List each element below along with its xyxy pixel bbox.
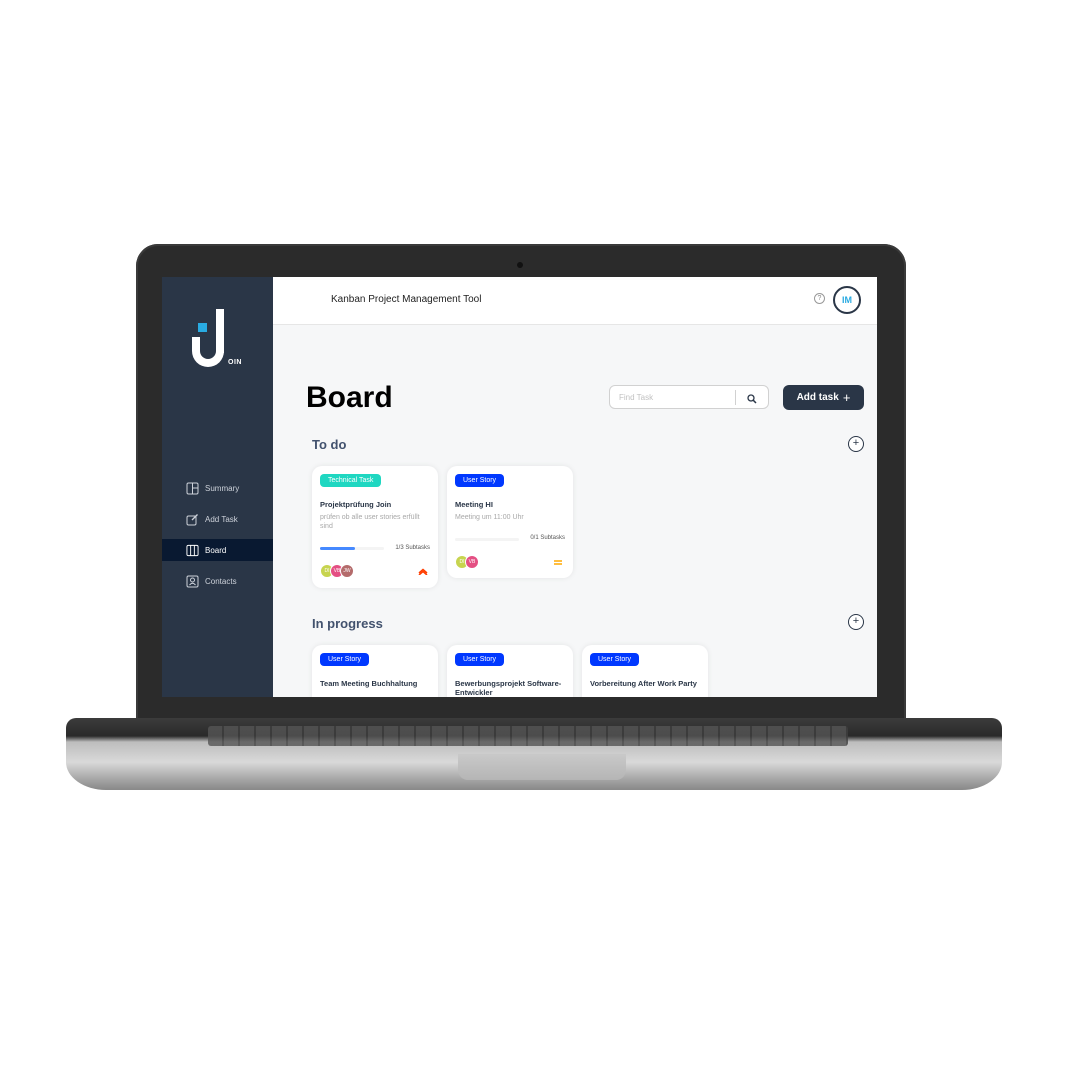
column-title-todo: To do [312, 437, 347, 452]
sidebar-item-label: Contacts [205, 576, 237, 586]
add-task-icon [186, 513, 199, 526]
sidebar-item-board[interactable]: Board [162, 539, 273, 561]
category-tag: User Story [455, 474, 505, 487]
task-title: Bewerbungsprojekt Software-Entwickler [455, 679, 562, 697]
task-title: Team Meeting Buchhaltung [320, 679, 418, 688]
add-to-in-progress-icon[interactable]: + [848, 614, 864, 630]
sidebar-item-summary[interactable]: Summary [162, 477, 273, 499]
logo-square [198, 323, 207, 332]
logo-j-hook [192, 337, 224, 367]
laptop-camera [517, 262, 523, 268]
board-icon [186, 544, 199, 557]
category-tag: User Story [320, 653, 370, 666]
product-mockup: OIN Summary Add Task Board Contacts Kanb… [0, 0, 1080, 1080]
join-logo[interactable]: OIN [190, 307, 250, 371]
task-title: Projektprüfung Join [320, 500, 392, 509]
app-screen: OIN Summary Add Task Board Contacts Kanb… [162, 277, 877, 697]
add-to-todo-icon[interactable]: + [848, 436, 864, 452]
logo-wordmark: OIN [228, 359, 242, 366]
search-input[interactable]: Find Task [609, 385, 769, 409]
sidebar-item-contacts[interactable]: Contacts [162, 570, 273, 592]
priority-high-icon [418, 567, 428, 576]
sidebar-item-label: Add Task [205, 514, 238, 524]
top-header: Kanban Project Management Tool ? IM [273, 277, 877, 325]
subtask-count: 1/3 Subtasks [395, 545, 430, 551]
contacts-icon [186, 575, 199, 588]
page-title: Board [306, 381, 393, 414]
task-title: Vorbereitung After Work Party [590, 679, 697, 688]
plus-icon: + [842, 390, 851, 405]
assignee-avatars: DI VB [455, 555, 479, 569]
search-placeholder: Find Task [619, 393, 654, 402]
add-task-label: Add task [796, 392, 839, 403]
category-tag: User Story [455, 653, 505, 666]
subtask-progress-bar [320, 547, 384, 550]
task-card[interactable]: User Story Bewerbungsprojekt Software-En… [447, 645, 573, 697]
progress-fill [320, 547, 355, 550]
laptop-trackpad-notch [458, 754, 626, 780]
subtask-progress-bar [455, 538, 519, 541]
priority-medium-icon [553, 558, 563, 566]
laptop-keyboard [208, 726, 848, 746]
sidebar-item-add-task[interactable]: Add Task [162, 508, 273, 530]
summary-icon [186, 482, 199, 495]
task-title: Meeting HI [455, 500, 493, 509]
assignee-avatars: DI VB JW [320, 564, 354, 578]
subtask-count: 0/1 Subtasks [530, 535, 565, 541]
search-divider [735, 390, 736, 405]
task-card[interactable]: User Story Team Meeting Buchhaltung [312, 645, 438, 697]
user-avatar[interactable]: IM [833, 286, 861, 314]
task-description: prüfen ob alle user stories erfüllt sind [320, 514, 420, 530]
sidebar-nav: Summary Add Task Board Contacts [162, 477, 273, 601]
category-tag: User Story [590, 653, 640, 666]
sidebar-item-label: Summary [205, 483, 240, 493]
column-title-in-progress: In progress [312, 616, 383, 631]
help-icon[interactable]: ? [814, 293, 825, 304]
category-tag: Technical Task [320, 474, 382, 487]
sidebar: OIN Summary Add Task Board Contacts [162, 277, 273, 697]
search-icon[interactable] [746, 392, 758, 404]
header-title: Kanban Project Management Tool [331, 294, 482, 305]
task-description: Meeting um 11:00 Uhr [455, 514, 524, 521]
assignee-avatar: VB [465, 555, 479, 569]
add-task-button[interactable]: Add task + [783, 385, 864, 410]
task-card[interactable]: User Story Vorbereitung After Work Party [582, 645, 708, 697]
task-card[interactable]: User Story Meeting HI Meeting um 11:00 U… [447, 466, 573, 578]
sidebar-item-label: Board [205, 545, 227, 555]
task-card[interactable]: Technical Task Projektprüfung Join prüfe… [312, 466, 438, 588]
assignee-avatar: JW [340, 564, 354, 578]
